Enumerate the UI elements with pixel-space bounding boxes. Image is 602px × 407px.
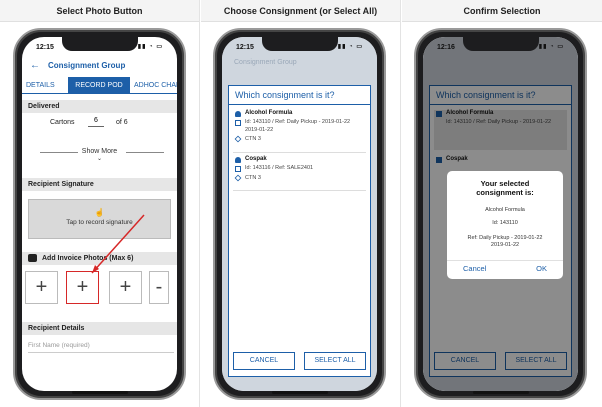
- divider: [229, 104, 370, 105]
- consignment-name: Cospak: [245, 156, 267, 162]
- divider: [233, 152, 366, 153]
- background-title: Consignment Group: [234, 59, 297, 66]
- document-icon: [235, 166, 241, 172]
- status-time: 12:16: [437, 44, 455, 51]
- phone-notch: [61, 36, 138, 51]
- phone-notch: [261, 36, 338, 51]
- phone-frame: 12:15 ▮▮ ◔ ▭ Consignment Group Which con…: [213, 28, 386, 400]
- panel-select-photo: Select Photo Button 12:15 ▮▮ ◔ ▭ ← Consi…: [0, 0, 200, 407]
- box-icon: [234, 135, 242, 143]
- signal-icon: ▮▮ ◔ ▭: [137, 44, 163, 50]
- home-indicator: [71, 391, 128, 394]
- consignment-cartons: CTN 3: [245, 136, 261, 142]
- phone-notch: [462, 36, 539, 51]
- panel-title: Select Photo Button: [0, 0, 199, 22]
- signal-icon: ▮▮ ◔ ▭: [538, 44, 564, 50]
- consignment-date: 2019-01-22: [245, 127, 274, 133]
- consignment-item[interactable]: Alcohol Formula Id: 143110 / Ref: Daily …: [233, 110, 366, 150]
- box-icon: [234, 174, 242, 182]
- home-indicator: [271, 391, 328, 394]
- home-indicator: [472, 391, 529, 394]
- dialog-consignment-date: 2019-01-22: [490, 242, 520, 248]
- picker-title: Which consignment is it?: [235, 90, 335, 100]
- document-icon: [235, 120, 241, 126]
- status-time: 12:15: [236, 44, 254, 51]
- phone-screen: 12:15 ▮▮ ◔ ▭ ← Consignment Group DETAILS…: [22, 37, 177, 391]
- panel-title: Choose Consignment (or Select All): [201, 0, 400, 22]
- cancel-button[interactable]: CANCEL: [233, 352, 295, 370]
- dialog-consignment-name: Alcohol Formula: [485, 207, 525, 213]
- divider: [233, 190, 366, 191]
- phone-screen: 12:16 ▮▮ ◔ ▭ Which consignment is it? Al…: [423, 37, 578, 391]
- panel-confirm-selection: Confirm Selection 12:16 ▮▮ ◔ ▭ Which con…: [402, 0, 602, 407]
- consignment-picker: Which consignment is it? Alcohol Formula…: [228, 85, 371, 377]
- pointer-arrow: [91, 214, 145, 274]
- confirm-dialog: Your selected consignment is: Alcohol Fo…: [447, 171, 563, 279]
- person-icon: [235, 111, 241, 117]
- phone-frame: 12:15 ▮▮ ◔ ▭ ← Consignment Group DETAILS…: [13, 28, 186, 400]
- phone-frame: 12:16 ▮▮ ◔ ▭ Which consignment is it? Al…: [414, 28, 587, 400]
- select-all-button[interactable]: SELECT ALL: [304, 352, 366, 370]
- signal-icon: ▮▮ ◔ ▭: [337, 44, 363, 50]
- panel-choose-consignment: Choose Consignment (or Select All) 12:15…: [201, 0, 401, 407]
- tutorial-figure: Select Photo Button 12:15 ▮▮ ◔ ▭ ← Consi…: [0, 0, 602, 407]
- divider: [447, 260, 563, 261]
- dialog-consignment-ref: Ref: Daily Pickup - 2019-01-22: [467, 235, 543, 241]
- consignment-item[interactable]: Cospak Id: 143116 / Ref: SALE2401 CTN 3: [233, 156, 366, 190]
- panel-title: Confirm Selection: [402, 0, 602, 22]
- person-icon: [235, 157, 241, 163]
- consignment-ref: Id: 143116 / Ref: SALE2401: [245, 165, 314, 171]
- phone-screen: 12:15 ▮▮ ◔ ▭ Consignment Group Which con…: [222, 37, 377, 391]
- consignment-name: Alcohol Formula: [245, 110, 293, 116]
- status-time: 12:15: [36, 44, 54, 51]
- dialog-ok-button[interactable]: OK: [536, 264, 547, 273]
- dialog-consignment-id: Id: 143110: [492, 220, 518, 226]
- dialog-cancel-button[interactable]: Cancel: [463, 264, 486, 273]
- consignment-cartons: CTN 3: [245, 175, 261, 181]
- dialog-title: Your selected consignment is:: [476, 179, 534, 197]
- consignment-ref: Id: 143110 / Ref: Daily Pickup - 2019-01…: [245, 119, 351, 125]
